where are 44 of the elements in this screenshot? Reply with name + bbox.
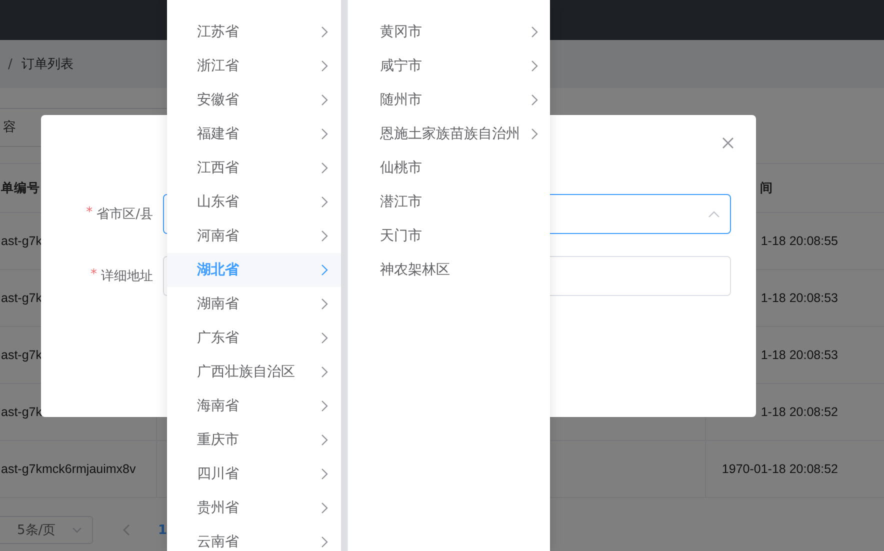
order-time: 1-18 20:08:52: [760, 405, 838, 419]
close-icon[interactable]: [722, 137, 734, 149]
menu-item[interactable]: 江西省: [167, 151, 341, 185]
menu-item[interactable]: 安徽省: [167, 83, 341, 117]
field-label: * 详细地址: [90, 267, 154, 285]
menu-item[interactable]: 贵州省: [167, 491, 341, 525]
column-header: 间: [759, 178, 774, 196]
required-mark: *: [90, 267, 97, 284]
breadcrumb-separator: /: [8, 56, 12, 72]
required-mark: *: [86, 205, 93, 222]
order-time: 1970-01-18 20:08:52: [722, 462, 838, 476]
menu-item[interactable]: 仙桃市: [348, 151, 550, 185]
page-size-select[interactable]: 5条/页: [0, 516, 93, 544]
menu-item[interactable]: 天门市: [348, 219, 550, 253]
caret-icon: [708, 210, 720, 218]
menu-item[interactable]: 咸宁市: [348, 49, 550, 83]
menu-item[interactable]: 随州市: [348, 83, 550, 117]
menu-item[interactable]: 潜江市: [348, 185, 550, 219]
menu-item[interactable]: 福建省: [167, 117, 341, 151]
menu-item[interactable]: 山东省: [167, 185, 341, 219]
menu-item[interactable]: 河南省: [167, 219, 341, 253]
menu-item[interactable]: 四川省: [167, 457, 341, 491]
menu-item[interactable]: 广东省: [167, 321, 341, 355]
order-time: 1-18 20:08:55: [760, 234, 838, 248]
order-time: 1-18 20:08:53: [760, 348, 838, 362]
menu-item[interactable]: 海南省: [167, 389, 341, 423]
order-number: ast-g7k: [1, 291, 42, 305]
menu-item[interactable]: 云南省: [167, 525, 341, 551]
menu-item[interactable]: 浙江省: [167, 49, 341, 83]
menu-item[interactable]: 广西壮族自治区: [167, 355, 341, 389]
breadcrumb-item[interactable]: 订单列表: [21, 55, 74, 73]
menu-item[interactable]: 神农架林区: [348, 253, 550, 287]
menu-item[interactable]: 江苏省: [167, 15, 341, 49]
order-number: ast-g7k: [1, 348, 42, 362]
caret-icon: [72, 527, 82, 533]
order-number: ast-g7k: [1, 234, 42, 248]
menu-item[interactable]: 湖南省: [167, 287, 341, 321]
field-label: * 省市区/县: [85, 205, 154, 223]
menu-item[interactable]: 黄冈市: [348, 15, 550, 49]
menu-item[interactable]: 重庆市: [167, 423, 341, 457]
previous-page-icon[interactable]: [123, 524, 130, 536]
order-time: 1-18 20:08:53: [760, 291, 838, 305]
menu-item[interactable]: 恩施土家族苗族自治州: [348, 117, 550, 151]
order-number: ast-g7kmck6rmjauimx8v: [1, 462, 136, 476]
